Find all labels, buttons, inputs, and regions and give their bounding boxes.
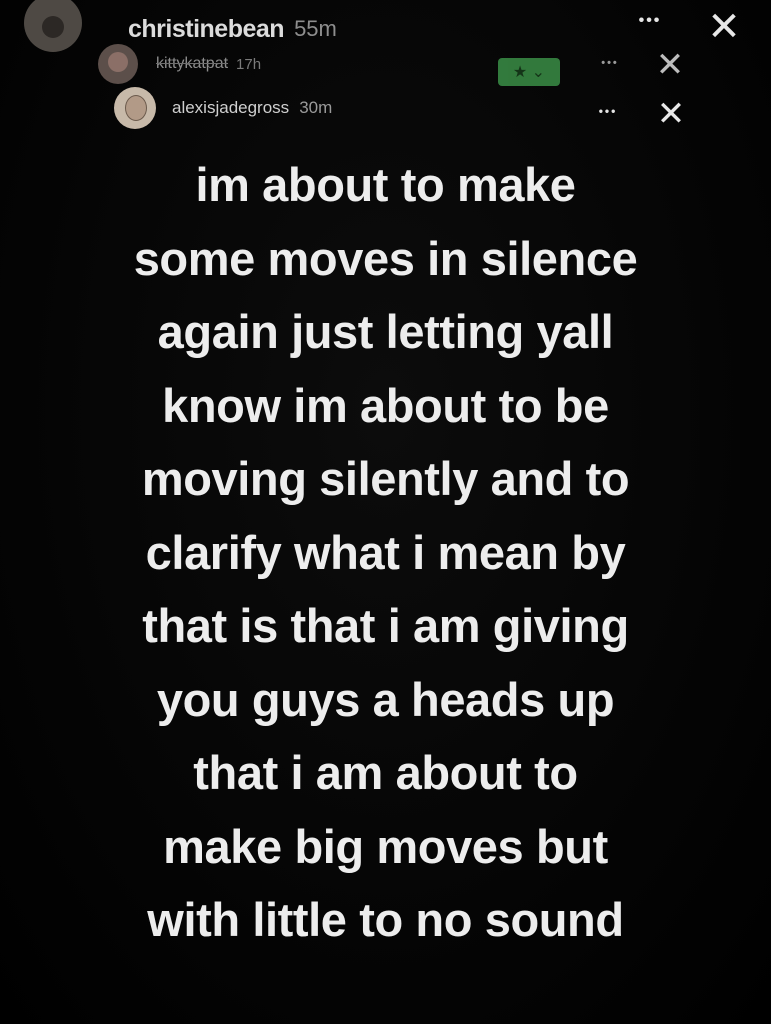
star-rating-button[interactable]: ★ ⌄ xyxy=(498,58,560,86)
story-header-secondary: alexisjadegross 30m xyxy=(114,86,332,130)
story-timestamp: 30m xyxy=(299,98,333,117)
story-header-overlay: kittykatpat 17h xyxy=(98,44,261,84)
more-icon: ••• xyxy=(601,57,619,69)
close-icon: ✕ xyxy=(656,95,686,133)
more-options-button[interactable]: ••• xyxy=(628,6,672,36)
story-text-line: that i am about to xyxy=(193,746,578,799)
more-icon: ••• xyxy=(598,104,618,118)
story-text-line: that is that i am giving xyxy=(142,599,629,652)
close-button[interactable]: ✕ xyxy=(648,92,694,136)
more-options-button[interactable]: ••• xyxy=(590,50,630,76)
story-screen: christinebean 55m kittykatpat 17h alexis… xyxy=(0,0,771,1024)
avatar[interactable] xyxy=(114,87,156,129)
story-text-line: moving silently and to xyxy=(141,452,630,505)
more-options-button[interactable]: ••• xyxy=(588,98,628,124)
story-timestamp: 17h xyxy=(236,55,262,73)
close-icon: ✕ xyxy=(707,5,741,49)
story-text-line: know im about to be xyxy=(162,378,609,432)
star-icon: ★ ⌄ xyxy=(512,64,546,81)
close-button[interactable]: ✕ xyxy=(694,4,754,50)
story-username[interactable]: alexisjadegross xyxy=(172,98,289,118)
story-username[interactable]: christinebean xyxy=(128,15,285,44)
more-icon: ••• xyxy=(638,12,662,29)
story-timestamp: 55m xyxy=(294,16,337,41)
story-text-line: again just letting yall xyxy=(157,305,614,358)
avatar[interactable] xyxy=(98,44,138,84)
story-text-line: you guys a heads up xyxy=(156,672,615,726)
story-text-line: with little to no sound xyxy=(147,893,624,946)
story-text-line: im about to make xyxy=(195,158,576,211)
story-text-block: im about to make some moves in silence a… xyxy=(40,148,731,957)
close-button[interactable]: ✕ xyxy=(646,42,694,88)
story-text-line: clarify what i mean by xyxy=(145,525,626,579)
story-text-line: make big moves but xyxy=(163,819,608,873)
close-icon: ✕ xyxy=(655,46,685,84)
story-username[interactable]: kittykatpat xyxy=(156,55,228,73)
avatar[interactable] xyxy=(24,0,82,52)
story-text-line: some moves in silence xyxy=(133,231,638,285)
